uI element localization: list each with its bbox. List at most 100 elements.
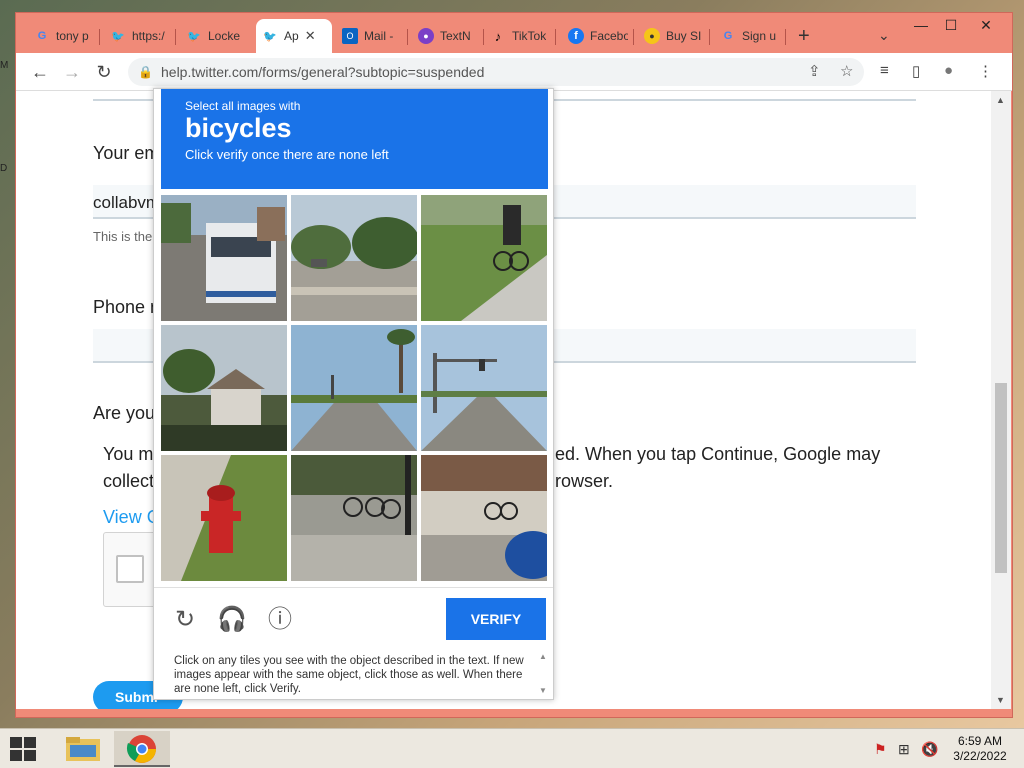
tab-2[interactable]: 🐦 https:/ bbox=[104, 21, 176, 51]
reload-button[interactable]: ↻ bbox=[92, 60, 116, 84]
facebook-icon: f bbox=[568, 28, 584, 44]
media-control-icon[interactable]: ≡ bbox=[880, 62, 889, 79]
profile-icon[interactable]: ● bbox=[944, 62, 953, 79]
google-icon: G bbox=[37, 30, 47, 42]
back-button[interactable]: ← bbox=[28, 60, 52, 84]
captcha-instruction: Select all images with bbox=[185, 99, 301, 113]
tab-7[interactable]: ♪ TikTok bbox=[484, 21, 556, 51]
tab-4-active[interactable]: 🐦 Ap ✕ bbox=[256, 19, 332, 53]
system-clock[interactable]: 6:59 AM 3/22/2022 bbox=[940, 734, 1020, 764]
tab-label: tony p bbox=[56, 29, 89, 43]
tab-label: Locke bbox=[208, 29, 241, 43]
twitter-icon: 🐦 bbox=[187, 30, 201, 43]
captcha-challenge: Select all images with bicycles Click ve… bbox=[153, 88, 554, 700]
network-icon[interactable]: ⊞ bbox=[898, 741, 910, 758]
tab-10[interactable]: G Sign u bbox=[714, 21, 786, 51]
scroll-down-icon[interactable]: ▼ bbox=[539, 686, 547, 695]
tab-label: https:/ bbox=[132, 29, 165, 43]
captcha-tile-intersection[interactable] bbox=[291, 195, 417, 321]
tab-close-icon[interactable]: ✕ bbox=[305, 28, 316, 44]
captcha-target: bicycles bbox=[185, 113, 292, 143]
browser-toolbar: ← → ↻ 🔒 help.twitter.com/forms/general?s… bbox=[16, 53, 1012, 91]
scroll-up-icon[interactable]: ▲ bbox=[539, 652, 547, 661]
folder-icon bbox=[66, 737, 100, 761]
chrome-icon bbox=[126, 735, 156, 763]
outlook-icon: O bbox=[342, 28, 358, 44]
email-label: Your em bbox=[93, 143, 160, 163]
tab-label: Sign u bbox=[742, 29, 777, 43]
chrome-taskbar-button[interactable] bbox=[114, 731, 170, 767]
captcha-tile-bike-rack[interactable] bbox=[291, 455, 417, 581]
clock-time: 6:59 AM bbox=[957, 734, 1003, 748]
captcha-divider bbox=[154, 587, 553, 588]
captcha-tile-palm-houses[interactable] bbox=[161, 325, 287, 451]
buy-icon: ● bbox=[644, 28, 660, 44]
consent-text: collect bbox=[103, 471, 155, 491]
tab-8[interactable]: f Facebo bbox=[562, 21, 634, 51]
recaptcha-checkbox[interactable] bbox=[116, 555, 144, 583]
phone-label: Phone n bbox=[93, 297, 161, 317]
twitter-icon: 🐦 bbox=[263, 30, 277, 43]
tab-9[interactable]: ● Buy SI bbox=[638, 21, 710, 51]
url-text[interactable]: help.twitter.com/forms/general?subtopic=… bbox=[161, 64, 484, 80]
captcha-subtext: Click verify once there are none left bbox=[185, 147, 389, 162]
tab-5[interactable]: O Mail - bbox=[336, 21, 408, 51]
volume-muted-icon[interactable]: 🔇 bbox=[921, 741, 938, 758]
tab-label: Buy SI bbox=[666, 29, 702, 43]
captcha-tile-parked-bike[interactable] bbox=[421, 455, 547, 581]
scroll-down-icon[interactable]: ▼ bbox=[996, 695, 1005, 705]
tab-label: Ap bbox=[284, 29, 299, 43]
minimize-button[interactable]: — bbox=[906, 15, 936, 35]
textnow-icon: ● bbox=[418, 28, 434, 44]
captcha-tile-bus-street[interactable] bbox=[161, 195, 287, 321]
twitter-icon: 🐦 bbox=[111, 30, 125, 43]
captcha-info-icon[interactable]: ⓘ bbox=[265, 605, 295, 635]
close-window-button[interactable]: ✕ bbox=[971, 15, 1001, 35]
captcha-footer-text: Click on any tiles you see with the obje… bbox=[174, 655, 524, 695]
tab-label: Mail - bbox=[364, 29, 394, 43]
email-helper: This is the bbox=[93, 229, 153, 244]
captcha-header: Select all images with bicycles Click ve… bbox=[161, 89, 548, 189]
tab-label: TextN bbox=[440, 29, 471, 43]
tab-label: Facebo bbox=[590, 29, 628, 43]
consent-text: rowser. bbox=[555, 471, 614, 491]
tab-1[interactable]: G tony p bbox=[28, 21, 100, 51]
desktop-glyph: D bbox=[0, 163, 8, 174]
scroll-thumb[interactable] bbox=[995, 383, 1007, 573]
share-icon[interactable]: ⇪ bbox=[808, 62, 821, 80]
google-icon: G bbox=[723, 30, 733, 42]
file-explorer-button[interactable] bbox=[56, 731, 112, 767]
captcha-reload-icon[interactable]: ↻ bbox=[170, 605, 200, 635]
clock-date: 3/22/2022 bbox=[953, 749, 1007, 763]
tab-search-icon[interactable]: ⌄ bbox=[878, 27, 890, 44]
question-label: Are you bbox=[93, 403, 156, 423]
captcha-audio-icon[interactable]: 🎧 bbox=[217, 605, 247, 635]
captcha-tile-cyclist[interactable] bbox=[421, 195, 547, 321]
captcha-scrollbar[interactable]: ▲ ▼ bbox=[539, 652, 549, 697]
forward-button[interactable]: → bbox=[60, 60, 84, 84]
bookmark-star-icon[interactable]: ☆ bbox=[840, 62, 853, 80]
lock-icon[interactable]: 🔒 bbox=[138, 65, 153, 79]
captcha-tile-fire-hydrant[interactable] bbox=[161, 455, 287, 581]
captcha-tile-road-palms[interactable] bbox=[291, 325, 417, 451]
taskbar: ⚑ ⊞ 🔇 6:59 AM 3/22/2022 bbox=[0, 728, 1024, 768]
verify-button[interactable]: VERIFY bbox=[446, 598, 546, 640]
email-value: collabvm bbox=[93, 193, 161, 212]
desktop-glyph: M bbox=[0, 60, 9, 71]
side-panel-icon[interactable]: ▯ bbox=[912, 62, 920, 80]
flag-icon[interactable]: ⚑ bbox=[874, 741, 887, 758]
address-bar[interactable]: 🔒 help.twitter.com/forms/general?subtopi… bbox=[128, 58, 864, 86]
captcha-tile-road-signals[interactable] bbox=[421, 325, 547, 451]
consent-text: ed. When you tap Continue, Google may bbox=[555, 444, 881, 464]
new-tab-button[interactable]: + bbox=[798, 25, 810, 48]
scroll-up-icon[interactable]: ▲ bbox=[996, 95, 1005, 105]
maximize-button[interactable]: ☐ bbox=[936, 15, 966, 35]
consent-text: You m bbox=[103, 444, 154, 464]
page-scrollbar[interactable]: ▲ ▼ bbox=[991, 91, 1011, 709]
tab-3[interactable]: 🐦 Locke bbox=[180, 21, 252, 51]
tiktok-icon: ♪ bbox=[494, 28, 502, 44]
tab-label: TikTok bbox=[512, 29, 547, 43]
menu-icon[interactable]: ⋮ bbox=[978, 62, 993, 80]
tab-6[interactable]: ● TextN bbox=[412, 21, 484, 51]
start-button[interactable] bbox=[10, 737, 38, 761]
